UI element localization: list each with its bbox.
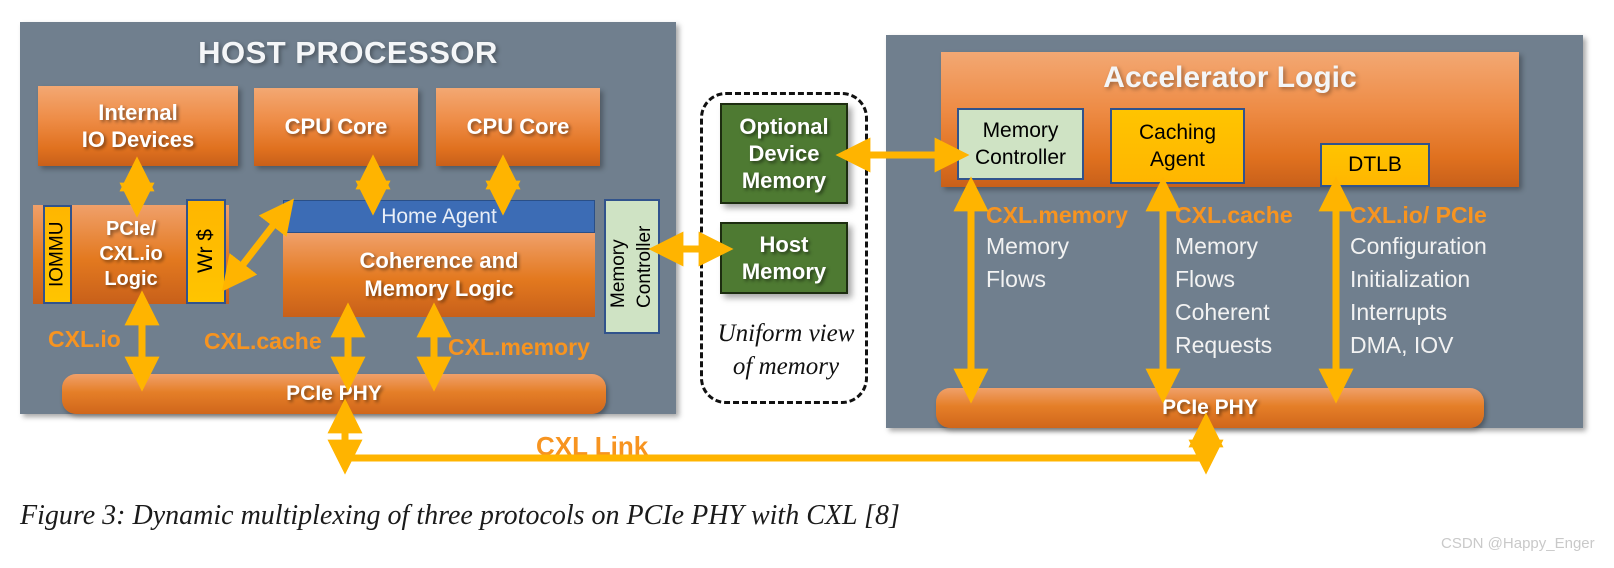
cxl-link-arrow-left [337, 455, 353, 470]
host-pcie-phy-bar: PCIe PHY [62, 374, 606, 414]
accelerator-column-io: CXL.io/ PCIe Configuration Initializatio… [1350, 200, 1550, 362]
accelerator-cxl-memory-lines: Memory Flows [986, 233, 1070, 292]
accelerator-column-memory: CXL.memory Memory Flows [986, 200, 1131, 296]
iommu-label: IOMMU [46, 221, 68, 288]
accelerator-cxl-io-label: CXL.io/ PCIe [1350, 202, 1487, 228]
home-agent-box: Home Agent [283, 200, 595, 233]
host-memory-box: Host Memory [720, 222, 848, 294]
host-pcie-phy-label: PCIe PHY [286, 382, 382, 405]
accelerator-cxl-memory-label: CXL.memory [986, 202, 1128, 228]
coherence-memory-logic-box: Coherence and Memory Logic [283, 233, 595, 317]
internal-io-devices-box: Internal IO Devices [38, 86, 238, 166]
accelerator-cxl-cache-lines: Memory Flows Coherent Requests [1175, 233, 1273, 358]
internal-io-devices-label: Internal IO Devices [81, 100, 195, 152]
dtlb-box: DTLB [1320, 143, 1430, 187]
cpu-core-2-label: CPU Core [466, 114, 570, 139]
host-cxl-io-label: CXL.io [48, 326, 121, 352]
uniform-view-note: Uniform view of memory [698, 315, 874, 385]
accelerator-logic-title: Accelerator Logic [1103, 61, 1357, 94]
accelerator-column-cache: CXL.cache Memory Flows Coherent Requests [1175, 200, 1325, 362]
uniform-view-note-text: Uniform view of memory [717, 320, 855, 380]
cpu-core-2-box: CPU Core [436, 88, 600, 166]
accelerator-cxl-cache-label: CXL.cache [1175, 202, 1293, 228]
cxl-link-arrow-right [1198, 455, 1214, 470]
figure-caption: Figure 3: Dynamic multiplexing of three … [20, 500, 900, 531]
host-memory-controller-box: Memory Controller [604, 199, 660, 334]
caching-agent-box: Caching Agent [1110, 108, 1245, 184]
accelerator-cxl-io-lines: Configuration Initialization Interrupts … [1350, 233, 1487, 358]
pcie-cxlio-logic-label: PCIe/ CXL.io Logic [75, 205, 187, 304]
iommu-box: IOMMU [43, 205, 72, 304]
dtlb-label: DTLB [1348, 153, 1402, 176]
cpu-core-1-label: CPU Core [284, 114, 388, 139]
accelerator-pcie-phy-bar: PCIe PHY [936, 388, 1484, 428]
cxl-link-label: CXL Link [536, 431, 649, 461]
wr-cache-label: Wr $ [194, 229, 217, 274]
home-agent-label: Home Agent [381, 204, 497, 228]
host-cxl-cache-label: CXL.cache [204, 328, 322, 354]
accelerator-memory-controller-label: Memory Controller [974, 119, 1067, 169]
figure-canvas: HOST PROCESSOR Internal IO Devices CPU C… [0, 0, 1614, 568]
pcie-cxlio-logic-text: PCIe/ CXL.io Logic [99, 218, 163, 290]
optional-device-memory-label: Optional Device Memory [739, 114, 829, 193]
host-processor-title: HOST PROCESSOR [198, 35, 498, 70]
watermark: CSDN @Happy_Enger [1441, 535, 1595, 552]
host-cxl-memory-label: CXL.memory [448, 334, 590, 360]
wr-cache-box: Wr $ [186, 199, 226, 304]
accelerator-pcie-phy-label: PCIe PHY [1162, 396, 1258, 419]
optional-device-memory-box: Optional Device Memory [720, 103, 848, 204]
cpu-core-1-box: CPU Core [254, 88, 418, 166]
accelerator-memory-controller-box: Memory Controller [957, 108, 1084, 180]
host-memory-controller-label: Memory Controller [608, 225, 655, 308]
host-memory-label: Host Memory [741, 232, 827, 284]
caching-agent-label: Caching Agent [1138, 121, 1217, 171]
coherence-memory-logic-label: Coherence and Memory Logic [359, 248, 519, 301]
